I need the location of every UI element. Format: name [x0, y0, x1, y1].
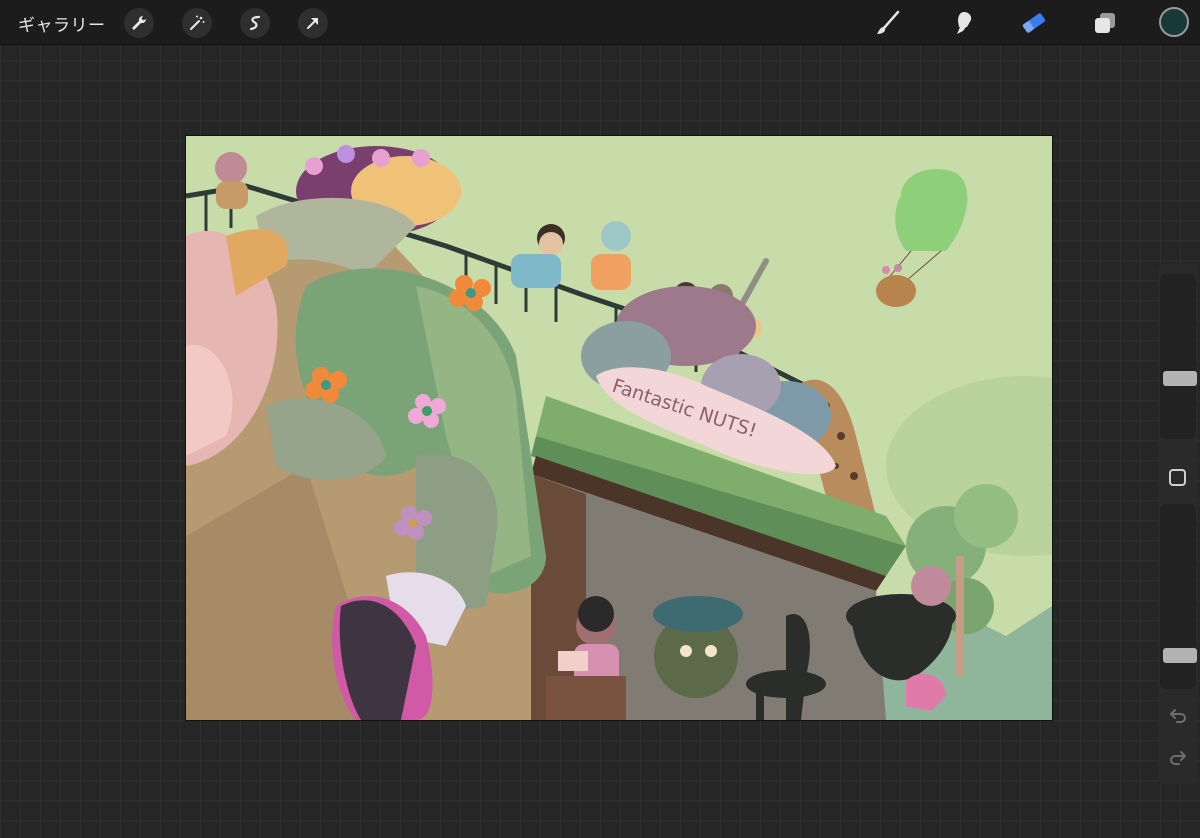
eraser-tool-button[interactable] — [1018, 7, 1050, 39]
undo-icon — [1170, 709, 1186, 723]
brush-tool-button[interactable] — [872, 7, 904, 39]
color-picker-button[interactable] — [1159, 7, 1189, 37]
brush-sidebar — [1158, 264, 1198, 784]
smudge-icon — [957, 12, 972, 34]
wrench-icon — [132, 15, 147, 30]
actions-wrench-button[interactable] — [124, 8, 154, 38]
opacity-thumb[interactable] — [1163, 648, 1197, 664]
selection-icon — [249, 15, 261, 31]
opacity-slider[interactable] — [1160, 504, 1197, 689]
brush-size-slider[interactable] — [1160, 274, 1197, 439]
brush-icon — [877, 10, 900, 34]
redo-icon — [1170, 751, 1186, 765]
top-toolbar: ギャラリー — [0, 0, 1200, 45]
layers-icon — [1095, 13, 1115, 33]
artwork-canvas[interactable]: Fantastic NUTS! — [186, 136, 1052, 720]
undo-button[interactable] — [1167, 704, 1189, 726]
gallery-button[interactable]: ギャラリー — [18, 11, 106, 36]
adjustments-button[interactable] — [182, 8, 212, 38]
selection-button[interactable] — [240, 8, 270, 38]
smudge-tool-button[interactable] — [948, 7, 980, 39]
redo-button[interactable] — [1167, 746, 1189, 768]
magic-wand-icon — [190, 15, 205, 30]
brush-size-thumb[interactable] — [1163, 370, 1197, 386]
layers-button[interactable] — [1089, 7, 1121, 39]
transform-arrow-icon — [307, 18, 318, 29]
modify-square-icon[interactable] — [1169, 469, 1186, 486]
transform-button[interactable] — [298, 8, 328, 38]
artwork-illustration: Fantastic NUTS! — [186, 136, 1052, 720]
eraser-icon — [1022, 13, 1046, 33]
